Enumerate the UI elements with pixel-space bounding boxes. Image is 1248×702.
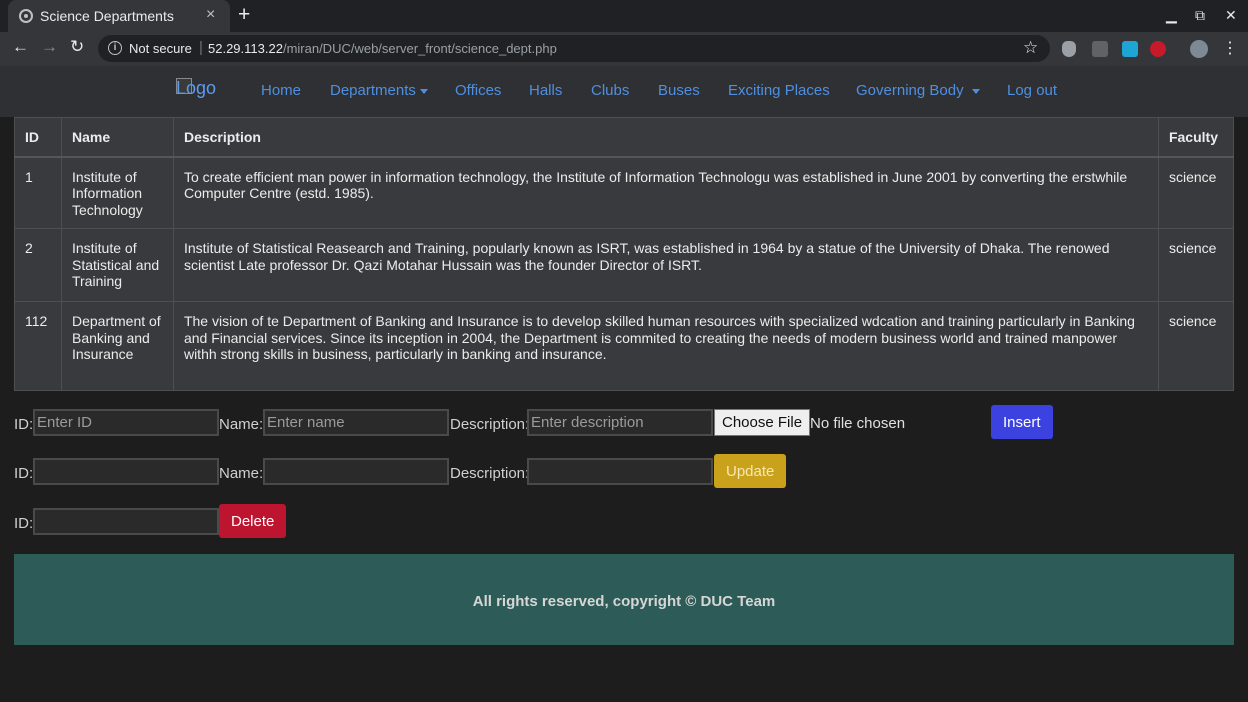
footer-copyright: All rights reserved, copyright © DUC Tea…: [472, 593, 776, 610]
insert-id-label: ID:: [14, 416, 34, 433]
update-id-input[interactable]: [33, 458, 219, 485]
site-navbar: Logo Home Departments Offices Halls Club…: [0, 66, 1248, 117]
url-host: 52.29.113.22: [208, 41, 283, 56]
caret-down-icon: [971, 88, 980, 94]
insert-form: ID: Name: Description: Choose File No fi…: [14, 405, 1234, 441]
shield-extension-icon[interactable]: [1062, 41, 1076, 57]
menu-kebab-icon[interactable]: ⋮: [1222, 38, 1238, 58]
nav-clubs[interactable]: Clubs: [591, 82, 629, 99]
cell-name: Institute of Statistical and Training: [60, 228, 174, 302]
url-path: /miran/DUC/web/server_front/science_dept…: [282, 41, 557, 56]
logo-link[interactable]: Logo: [176, 78, 216, 99]
glasses-extension-icon[interactable]: [1092, 41, 1108, 57]
cell-description: Institute of Statistical Reasearch and T…: [172, 228, 1159, 302]
insert-name-input[interactable]: [263, 409, 449, 436]
not-secure-label: Not secure: [129, 41, 192, 56]
nav-governing-body-label: Governing Body: [856, 82, 964, 99]
nav-halls[interactable]: Halls: [529, 82, 562, 99]
cell-name: Institute of Information Technology: [60, 156, 174, 229]
insert-name-label: Name:: [219, 416, 264, 433]
nav-offices[interactable]: Offices: [455, 82, 501, 99]
nav-log-out[interactable]: Log out: [1007, 82, 1057, 99]
browser-tab-strip: Science Departments × + ▁ ⧉ ✕: [0, 0, 1248, 32]
address-bar[interactable]: i Not secure | 52.29.113.22/miran/DUC/we…: [98, 35, 1050, 62]
update-form: ID: Name: Description: Update: [14, 454, 1234, 490]
cell-id: 2: [14, 228, 62, 302]
cell-description: The vision of te Department of Banking a…: [172, 301, 1159, 391]
insert-description-label: Description:: [450, 416, 530, 433]
cell-description: To create efficient man power in informa…: [172, 156, 1159, 229]
table-row: 1 Institute of Information Technology To…: [14, 156, 1235, 229]
insert-id-input[interactable]: [33, 409, 219, 436]
update-name-label: Name:: [219, 465, 264, 482]
insert-description-input[interactable]: [527, 409, 713, 436]
site-footer: All rights reserved, copyright © DUC Tea…: [14, 554, 1234, 645]
profile-avatar-icon[interactable]: [1190, 40, 1208, 58]
departments-table: ID Name Description Faculty 1 Institute …: [14, 117, 1235, 391]
nav-buses[interactable]: Buses: [658, 82, 700, 99]
header-description: Description: [172, 117, 1159, 158]
nav-departments-label: Departments: [330, 82, 416, 99]
forward-arrow-icon[interactable]: →: [41, 37, 58, 57]
cell-id: 1: [14, 156, 62, 229]
browser-tab[interactable]: Science Departments ×: [8, 0, 230, 32]
delete-id-label: ID:: [14, 515, 34, 532]
file-status-text: No file chosen: [810, 415, 906, 432]
header-id: ID: [14, 117, 62, 158]
nav-exciting-places[interactable]: Exciting Places: [728, 82, 830, 99]
screenshot-extension-icon[interactable]: [1122, 41, 1138, 57]
update-description-label: Description:: [450, 465, 530, 482]
caret-down-icon: [419, 88, 428, 94]
header-faculty: Faculty: [1157, 117, 1235, 158]
window-close-icon[interactable]: ✕: [1225, 7, 1237, 24]
delete-button[interactable]: Delete: [219, 504, 287, 538]
delete-id-input[interactable]: [33, 508, 219, 535]
cell-id: 112: [14, 301, 62, 391]
update-button[interactable]: Update: [714, 454, 787, 488]
delete-form: ID: Delete: [14, 504, 1234, 540]
choose-file-button[interactable]: Choose File: [714, 409, 811, 436]
nav-departments-dropdown[interactable]: Departments: [330, 82, 428, 99]
cell-faculty: science: [1157, 301, 1235, 391]
reload-icon[interactable]: ↻: [70, 37, 84, 57]
update-name-input[interactable]: [263, 458, 449, 485]
update-description-input[interactable]: [527, 458, 713, 485]
cell-faculty: science: [1157, 156, 1235, 229]
globe-icon: [19, 9, 33, 23]
table-row: 2 Institute of Statistical and Training …: [14, 228, 1235, 302]
nav-home[interactable]: Home: [261, 82, 301, 99]
header-name: Name: [60, 117, 174, 158]
url-separator: |: [199, 39, 203, 56]
tab-close-icon[interactable]: ×: [206, 6, 215, 24]
update-id-label: ID:: [14, 465, 34, 482]
stop-extension-icon[interactable]: [1150, 41, 1166, 57]
table-row: 112 Department of Banking and Insurance …: [14, 301, 1235, 391]
restore-icon[interactable]: ⧉: [1195, 7, 1205, 24]
url-text[interactable]: 52.29.113.22/miran/DUC/web/server_front/…: [208, 41, 557, 56]
back-arrow-icon[interactable]: ←: [12, 37, 29, 57]
insert-button[interactable]: Insert: [991, 405, 1053, 439]
bookmark-star-icon[interactable]: ☆: [1023, 38, 1038, 58]
info-icon[interactable]: i: [108, 41, 122, 55]
browser-toolbar: ← → ↻ i Not secure | 52.29.113.22/miran/…: [0, 32, 1248, 66]
nav-governing-body-dropdown[interactable]: Governing Body: [856, 82, 980, 99]
minimize-icon[interactable]: ▁: [1166, 7, 1177, 24]
cell-name: Department of Banking and Insurance: [60, 301, 174, 391]
cell-faculty: science: [1157, 228, 1235, 302]
table-header-row: ID Name Description Faculty: [14, 117, 1235, 158]
new-tab-button[interactable]: +: [238, 3, 250, 27]
tab-title: Science Departments: [40, 8, 174, 24]
